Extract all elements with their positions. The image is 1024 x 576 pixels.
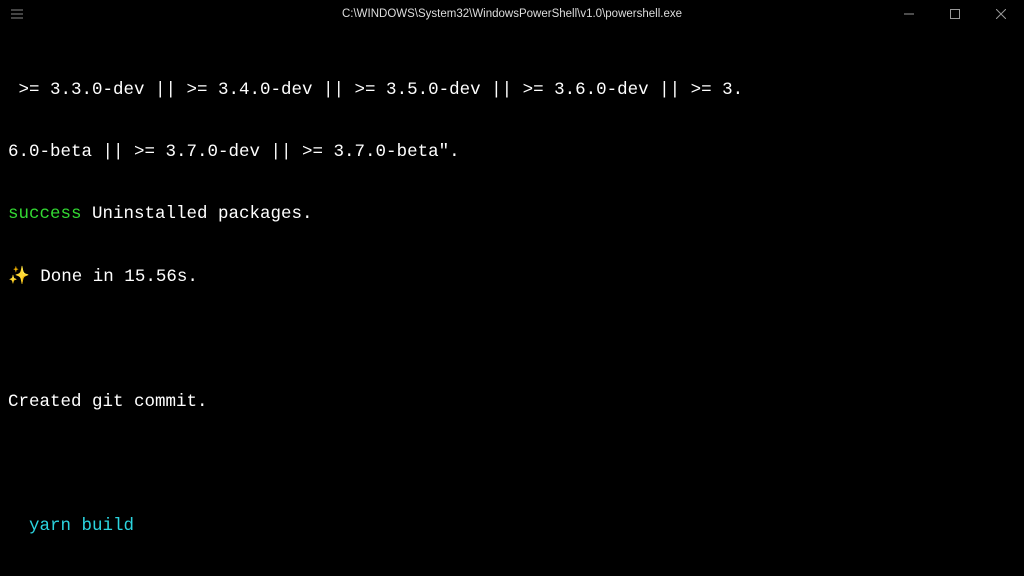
done-msg: Done in 15.56s. (30, 267, 198, 287)
window-controls (886, 0, 1024, 28)
command-name: yarn build (8, 516, 1016, 537)
blank-line (8, 454, 1016, 475)
blank-line (8, 329, 1016, 350)
success-msg: Uninstalled packages. (82, 204, 313, 224)
output-line: >= 3.3.0-dev || >= 3.4.0-dev || >= 3.5.0… (8, 80, 1016, 101)
minimize-button[interactable] (886, 0, 932, 28)
window-titlebar: C:\WINDOWS\System32\WindowsPowerShell\v1… (0, 0, 1024, 28)
window-title: C:\WINDOWS\System32\WindowsPowerShell\v1… (0, 0, 1024, 28)
output-line: ✨ Done in 15.56s. (8, 267, 1016, 288)
output-line: Created git commit. (8, 392, 1016, 413)
output-line: success Uninstalled packages. (8, 204, 1016, 225)
success-label: success (8, 204, 82, 224)
menu-icon[interactable] (0, 0, 34, 28)
sparkle-icon: ✨ (8, 267, 30, 287)
output-line: 6.0-beta || >= 3.7.0-dev || >= 3.7.0-bet… (8, 142, 1016, 163)
terminal-output[interactable]: >= 3.3.0-dev || >= 3.4.0-dev || >= 3.5.0… (0, 28, 1024, 576)
close-button[interactable] (978, 0, 1024, 28)
maximize-button[interactable] (932, 0, 978, 28)
